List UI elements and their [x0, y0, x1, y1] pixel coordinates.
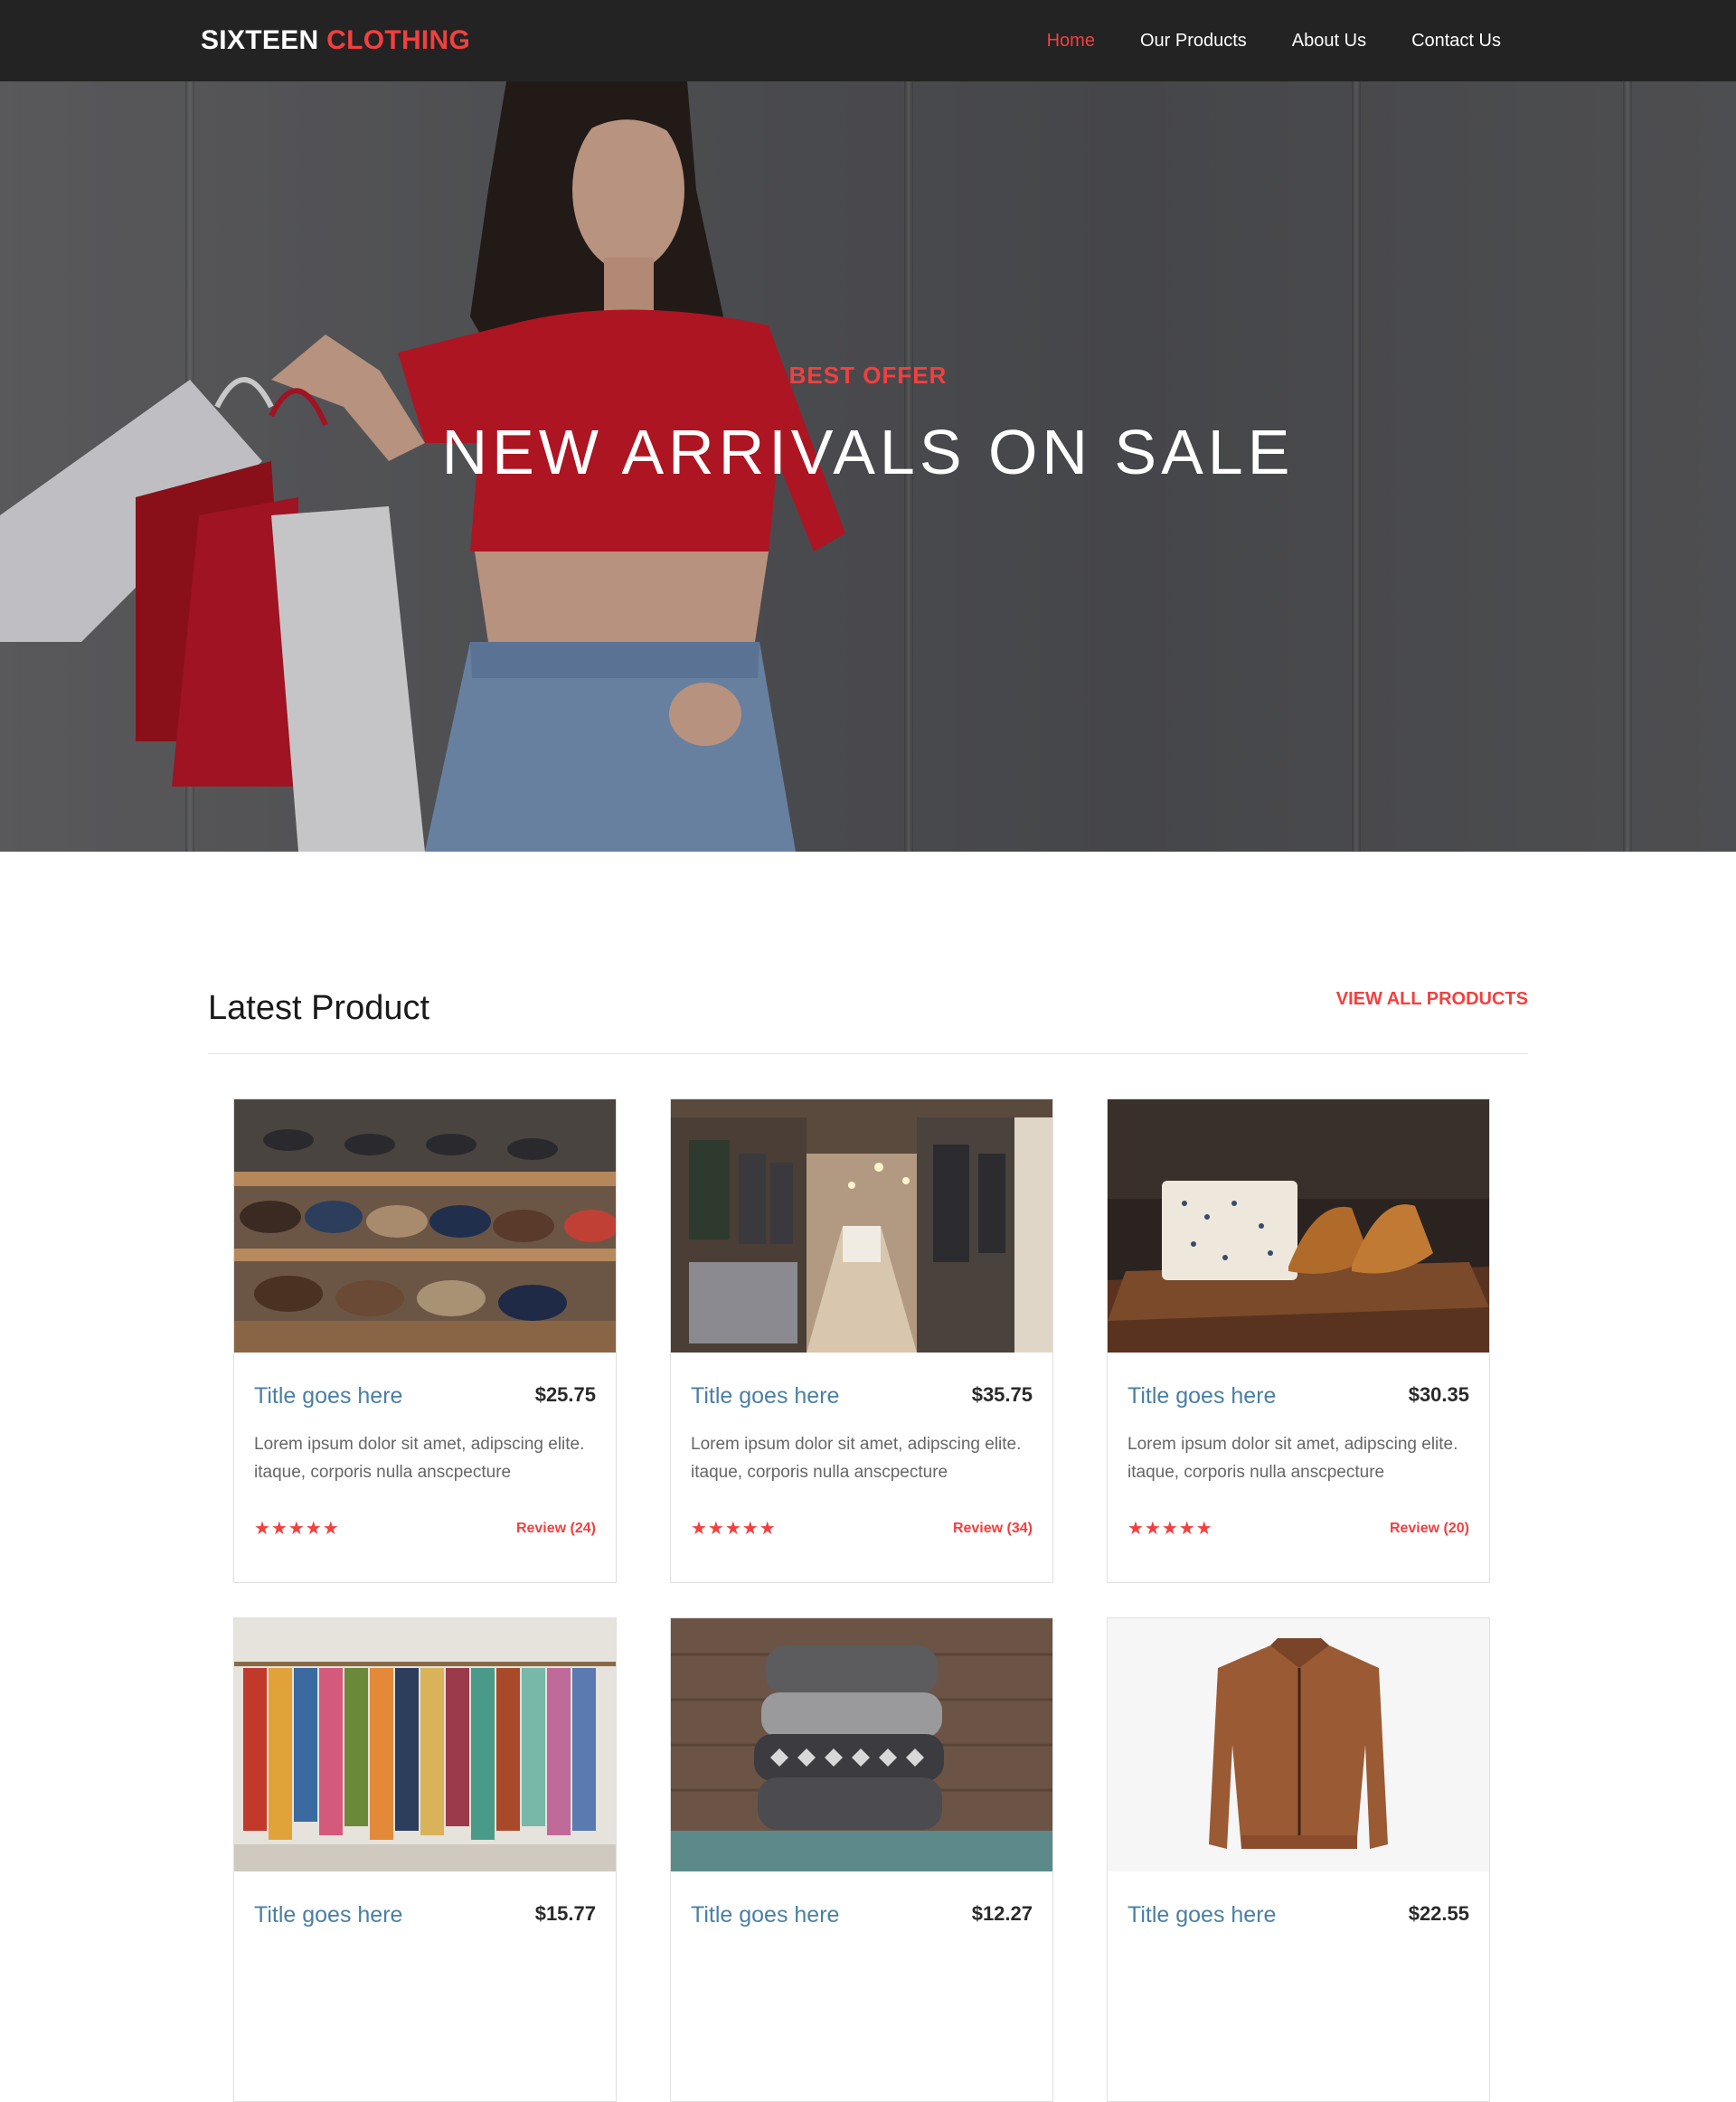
nav-about-us[interactable]: About Us — [1292, 31, 1366, 52]
hero-text: BEST OFFER NEW ARRIVALS ON SALE — [0, 81, 1736, 852]
shoe-shelf-image — [234, 1099, 616, 1353]
review-link[interactable]: Review (20) — [1390, 1521, 1469, 1537]
product-price: $25.75 — [534, 1383, 596, 1406]
view-all-products-link[interactable]: VIEW ALL PRODUCTS — [1336, 989, 1528, 1010]
brand-name-main: SIXTEEN — [201, 25, 319, 55]
product-title[interactable]: Title goes here — [1127, 1902, 1276, 1928]
shirts-shoes-image — [1108, 1099, 1489, 1353]
product-description: Lorem ipsum dolor sit amet, adipscing el… — [691, 1435, 1022, 1482]
product-title[interactable]: Title goes here — [254, 1902, 402, 1928]
site-header: SIXTEEN CLOTHING Home Our Products About… — [0, 0, 1736, 81]
hero-title: NEW ARRIVALS ON SALE — [441, 417, 1295, 487]
nav-home[interactable]: Home — [1047, 31, 1095, 52]
hero-banner: BEST OFFER NEW ARRIVALS ON SALE — [0, 81, 1736, 852]
product-title[interactable]: Title goes here — [254, 1383, 402, 1409]
hero-subtitle: BEST OFFER — [788, 362, 948, 389]
nav-our-products[interactable]: Our Products — [1140, 31, 1247, 52]
product-card[interactable]: Title goes here $35.75 Lorem ipsum dolor… — [670, 1098, 1053, 1583]
sweaters-stack-image — [671, 1618, 1052, 1871]
product-card[interactable]: Title goes here $15.77 — [233, 1617, 617, 2102]
product-image[interactable] — [671, 1618, 1052, 1871]
latest-product-header: Latest Product VIEW ALL PRODUCTS — [208, 976, 1528, 1054]
product-title[interactable]: Title goes here — [1127, 1383, 1276, 1409]
review-link[interactable]: Review (34) — [953, 1521, 1033, 1537]
product-card[interactable]: Title goes here $25.75 Lorem ipsum dolor… — [233, 1098, 617, 1583]
product-image[interactable] — [1108, 1618, 1489, 1871]
product-price: $22.55 — [1408, 1902, 1469, 1925]
product-price: $35.75 — [971, 1383, 1033, 1406]
rating-stars: ★★★★★ — [1127, 1519, 1213, 1539]
product-image[interactable] — [1108, 1099, 1489, 1353]
brand-name-accent: CLOTHING — [326, 25, 471, 55]
product-image[interactable] — [671, 1099, 1052, 1353]
product-title[interactable]: Title goes here — [691, 1383, 839, 1409]
section-title: Latest Product — [208, 989, 430, 1027]
leather-jacket-image — [1108, 1618, 1489, 1871]
review-link[interactable]: Review (24) — [516, 1521, 596, 1537]
nav-contact-us[interactable]: Contact Us — [1411, 31, 1501, 52]
product-description: Lorem ipsum dolor sit amet, adipscing el… — [254, 1435, 585, 1482]
product-image[interactable] — [234, 1618, 616, 1871]
product-card[interactable]: Title goes here $12.27 — [670, 1617, 1053, 2102]
product-price: $12.27 — [971, 1902, 1033, 1925]
product-price: $15.77 — [534, 1902, 596, 1925]
clothes-rack-image — [234, 1618, 616, 1871]
main-nav: Home Our Products About Us Contact Us — [1047, 0, 1501, 81]
product-image[interactable] — [234, 1099, 616, 1353]
brand-logo[interactable]: SIXTEEN CLOTHING — [201, 25, 470, 56]
product-price: $30.35 — [1408, 1383, 1469, 1406]
product-card[interactable]: Title goes here $22.55 — [1107, 1617, 1490, 2102]
clothing-store-image — [671, 1099, 1052, 1353]
rating-stars: ★★★★★ — [691, 1519, 777, 1539]
product-description: Lorem ipsum dolor sit amet, adipscing el… — [1127, 1435, 1458, 1482]
rating-stars: ★★★★★ — [254, 1519, 340, 1539]
product-card[interactable]: Title goes here $30.35 Lorem ipsum dolor… — [1107, 1098, 1490, 1583]
product-title[interactable]: Title goes here — [691, 1902, 839, 1928]
